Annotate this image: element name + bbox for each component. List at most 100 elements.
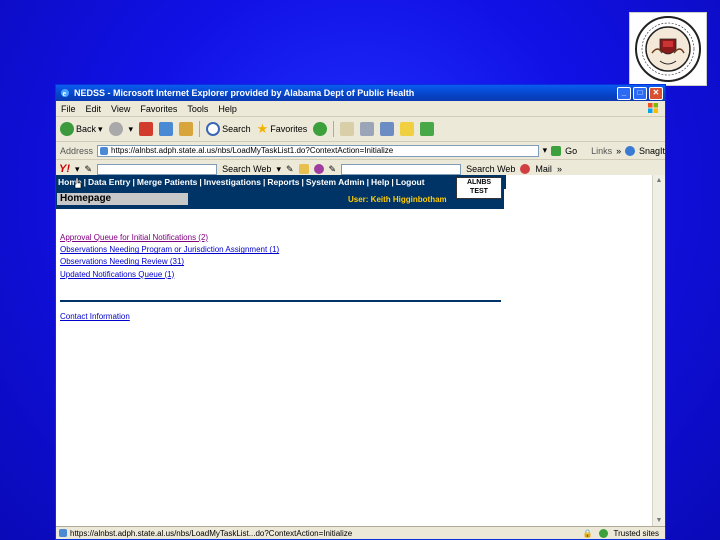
vertical-scrollbar[interactable]: ▲ ▼ bbox=[652, 175, 665, 527]
address-url: https://alnbst.adph.state.al.us/nbs/Load… bbox=[111, 146, 394, 155]
task-link-observations-assignment[interactable]: Observations Needing Program or Jurisdic… bbox=[60, 244, 279, 256]
back-arrow-icon bbox=[60, 122, 74, 136]
status-url: https://alnbst.adph.state.al.us/nbs/Load… bbox=[70, 528, 353, 538]
scroll-up-icon[interactable]: ▲ bbox=[654, 176, 664, 186]
nav-data-entry[interactable]: Data Entry bbox=[88, 177, 131, 187]
snagit-icon bbox=[625, 145, 635, 156]
links-chevron-icon[interactable]: » bbox=[616, 146, 621, 156]
section-divider bbox=[60, 300, 501, 302]
go-button[interactable]: Go bbox=[565, 146, 577, 156]
scroll-down-icon[interactable]: ▼ bbox=[654, 516, 664, 526]
mail-icon[interactable] bbox=[340, 122, 355, 136]
yahoo-search-input[interactable] bbox=[97, 163, 218, 175]
home-icon[interactable] bbox=[179, 122, 194, 136]
task-link-updated-notifications[interactable]: Updated Notifications Queue (1) bbox=[60, 269, 279, 281]
alnbs-test-logo: ALNBS TEST bbox=[456, 177, 502, 199]
popup-blocker-icon[interactable] bbox=[520, 164, 531, 174]
chevron-down-icon[interactable]: ▾ bbox=[129, 124, 134, 135]
nav-investigations[interactable]: Investigations bbox=[204, 177, 261, 187]
svg-text:e: e bbox=[63, 89, 67, 98]
search-label: Search bbox=[222, 124, 251, 134]
forward-arrow-icon[interactable] bbox=[108, 122, 123, 136]
history-icon[interactable] bbox=[313, 122, 328, 136]
back-label: Back bbox=[76, 124, 97, 134]
antispy-icon[interactable] bbox=[313, 164, 324, 174]
toolbar-chevron-icon[interactable]: » bbox=[557, 164, 562, 174]
task-list: Approval Queue for Initial Notifications… bbox=[60, 232, 279, 281]
address-input[interactable]: https://alnbst.adph.state.al.us/nbs/Load… bbox=[97, 144, 539, 157]
menu-file[interactable]: File bbox=[61, 104, 76, 114]
nav-logout[interactable]: Logout bbox=[396, 177, 425, 187]
search-button[interactable]: Search bbox=[206, 122, 251, 136]
address-dropdown-icon[interactable]: ▾ bbox=[543, 145, 548, 156]
edit-icon[interactable] bbox=[380, 122, 395, 136]
snagit-button[interactable]: SnagIt bbox=[639, 146, 665, 156]
minimize-button[interactable]: _ bbox=[617, 87, 631, 100]
page-title: Homepage bbox=[57, 193, 188, 205]
task-link-observations-review[interactable]: Observations Needing Review (31) bbox=[60, 256, 279, 268]
hand-cursor-icon bbox=[74, 178, 82, 189]
address-label: Address bbox=[60, 145, 94, 156]
yahoo-search-input-2[interactable] bbox=[341, 163, 462, 175]
links-button[interactable]: Links bbox=[591, 146, 612, 156]
back-button[interactable]: Back ▾ bbox=[60, 122, 103, 136]
messenger-icon[interactable] bbox=[420, 122, 435, 136]
page-status-icon bbox=[59, 529, 67, 537]
menu-bar: File Edit View Favorites Tools Help bbox=[56, 101, 665, 117]
ie-icon: e bbox=[61, 89, 69, 98]
address-bar: Address https://alnbst.adph.state.al.us/… bbox=[56, 142, 665, 160]
windows-logo-icon bbox=[648, 103, 658, 113]
print-icon[interactable] bbox=[360, 122, 375, 136]
menu-favorites[interactable]: Favorites bbox=[140, 104, 177, 114]
toolbar-separator bbox=[199, 121, 201, 137]
lock-icon: 🔒 bbox=[582, 528, 593, 538]
yahoo-logo[interactable]: Y! bbox=[59, 163, 70, 175]
nbs-nav-bar: Home | Data Entry | Merge Patients | Invest… bbox=[56, 175, 506, 189]
window-title: NEDSS - Microsoft Internet Explorer prov… bbox=[74, 88, 415, 98]
toolbar-separator bbox=[333, 121, 335, 137]
discuss-icon[interactable] bbox=[400, 122, 415, 136]
chevron-down-icon[interactable]: ▾ bbox=[75, 164, 80, 175]
task-link-approval-queue[interactable]: Approval Queue for Initial Notifications… bbox=[60, 232, 279, 244]
go-arrow-icon[interactable] bbox=[551, 145, 562, 156]
logo-line2: TEST bbox=[470, 188, 488, 195]
standard-toolbar: Back ▾ ▾ Search ★ Favorites bbox=[56, 117, 665, 142]
page-content: Home | Data Entry | Merge Patients | Invest… bbox=[56, 175, 653, 527]
nav-help[interactable]: Help bbox=[371, 177, 389, 187]
menu-tools[interactable]: Tools bbox=[187, 104, 208, 114]
status-bar: https://alnbst.adph.state.al.us/nbs/Load… bbox=[56, 526, 665, 539]
search-icon bbox=[206, 122, 221, 136]
ie-window: e NEDSS - Microsoft Internet Explorer pr… bbox=[55, 84, 666, 540]
favorites-button[interactable]: ★ Favorites bbox=[257, 121, 308, 137]
menu-help[interactable]: Help bbox=[218, 104, 237, 114]
contact-information-link[interactable]: Contact Information bbox=[60, 312, 130, 321]
page-icon bbox=[100, 146, 109, 155]
user-label: User: Keith Higginbotham bbox=[348, 195, 447, 204]
bookmarks-icon[interactable] bbox=[298, 164, 309, 174]
stop-icon[interactable] bbox=[139, 122, 154, 136]
refresh-icon[interactable] bbox=[159, 122, 174, 136]
menu-edit[interactable]: Edit bbox=[86, 104, 102, 114]
search-web-button-2[interactable]: Search Web bbox=[466, 164, 515, 174]
chevron-down-icon: ▾ bbox=[98, 123, 103, 134]
maximize-button[interactable]: □ bbox=[633, 87, 647, 100]
pencil-icon[interactable]: ✎ bbox=[329, 164, 337, 175]
security-zone: Trusted sites bbox=[613, 528, 660, 538]
search-web-button[interactable]: Search Web bbox=[222, 164, 271, 174]
page-header-bar: Homepage User: Keith Higginbotham ALNBS … bbox=[56, 177, 504, 209]
nav-reports[interactable]: Reports bbox=[267, 177, 299, 187]
chevron-down-icon[interactable]: ▾ bbox=[276, 164, 281, 175]
favorites-label: Favorites bbox=[270, 124, 308, 134]
window-titlebar: e NEDSS - Microsoft Internet Explorer pr… bbox=[56, 85, 665, 101]
star-icon: ★ bbox=[256, 121, 269, 136]
logo-line1: ALNBS bbox=[466, 179, 492, 186]
close-button[interactable]: ✕ bbox=[649, 87, 663, 100]
alabama-seal-logo bbox=[629, 12, 707, 86]
pencil-icon[interactable]: ✎ bbox=[85, 164, 93, 175]
menu-view[interactable]: View bbox=[111, 104, 130, 114]
highlight-icon[interactable]: ✎ bbox=[286, 164, 294, 175]
mail-button[interactable]: Mail bbox=[535, 164, 552, 174]
nav-merge-patients[interactable]: Merge Patients bbox=[137, 177, 197, 187]
nav-system-admin[interactable]: System Admin bbox=[306, 177, 365, 187]
trusted-sites-icon bbox=[598, 528, 608, 538]
